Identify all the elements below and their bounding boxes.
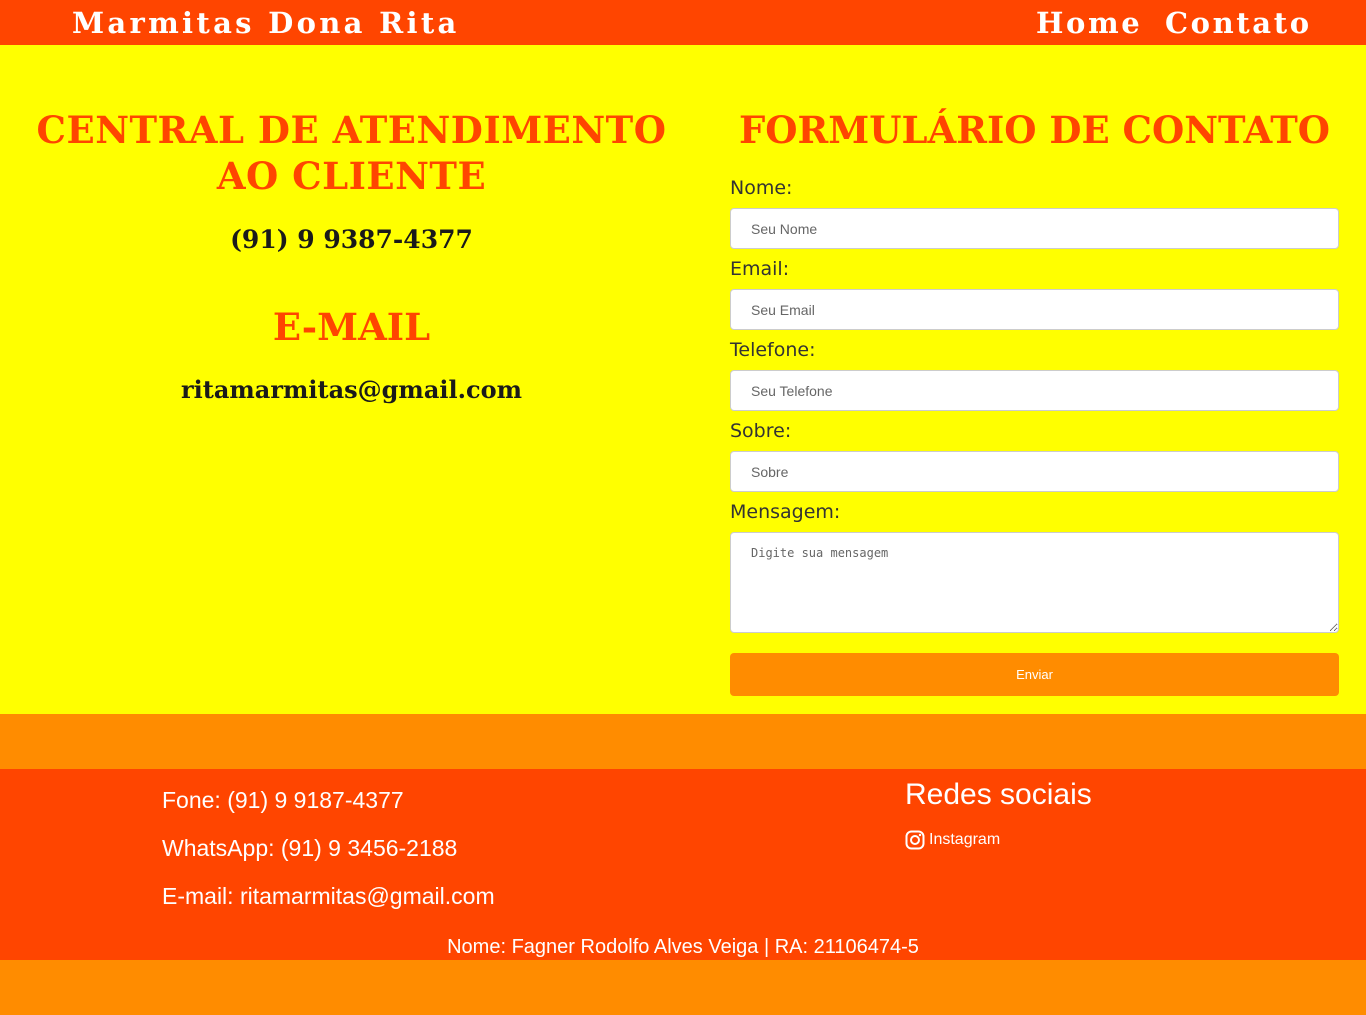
- name-label: Nome:: [730, 177, 793, 199]
- footer-whatsapp: WhatsApp: (91) 9 3456-2188: [162, 835, 458, 861]
- footer: Fone: (91) 9 9187-4377 WhatsApp: (91) 9 …: [0, 769, 1366, 960]
- bottom-band: [0, 960, 1366, 1015]
- service-email: ritamarmitas@gmail.com: [181, 375, 522, 404]
- phone-label: Telefone:: [730, 339, 816, 361]
- name-input[interactable]: [730, 208, 1339, 249]
- footer-phone: Fone: (91) 9 9187-4377: [162, 787, 404, 813]
- message-label: Mensagem:: [730, 501, 841, 523]
- social-heading: Redes sociais: [905, 778, 1092, 811]
- nav-contato-link[interactable]: Contato: [1165, 4, 1312, 42]
- author-credit: Nome: Fagner Rodolfo Alves Veiga | RA: 2…: [447, 936, 919, 958]
- nav-home-link[interactable]: Home: [1036, 4, 1142, 42]
- footer-email: E-mail: ritamarmitas@gmail.com: [162, 883, 495, 909]
- subject-label: Sobre:: [730, 420, 792, 442]
- contact-section: CENTRAL DE ATENDIMENTO AO CLIENTE (91) 9…: [0, 45, 1366, 714]
- service-phone: (91) 9 9387-4377: [230, 225, 473, 254]
- send-button[interactable]: Enviar: [730, 653, 1339, 696]
- email-heading: E-MAIL: [272, 305, 431, 349]
- instagram-link[interactable]: Instagram: [905, 830, 1000, 850]
- customer-service-heading-line2: AO CLIENTE: [216, 154, 487, 198]
- customer-service-heading-line1: CENTRAL DE ATENDIMENTO: [36, 108, 667, 152]
- instagram-label: Instagram: [929, 831, 1001, 848]
- top-navbar: Marmitas Dona Rita Home Contato: [0, 0, 1366, 45]
- phone-input[interactable]: [730, 370, 1339, 411]
- contact-form-heading: FORMULÁRIO DE CONTATO: [739, 108, 1330, 152]
- email-input[interactable]: [730, 289, 1339, 330]
- email-label: Email:: [730, 258, 790, 280]
- message-textarea[interactable]: [730, 532, 1339, 633]
- customer-service-heading: CENTRAL DE ATENDIMENTO AO CLIENTE: [20, 107, 683, 199]
- orange-divider-band: [0, 714, 1366, 769]
- brand-title[interactable]: Marmitas Dona Rita: [72, 4, 460, 42]
- instagram-icon: [905, 830, 925, 850]
- subject-input[interactable]: [730, 451, 1339, 492]
